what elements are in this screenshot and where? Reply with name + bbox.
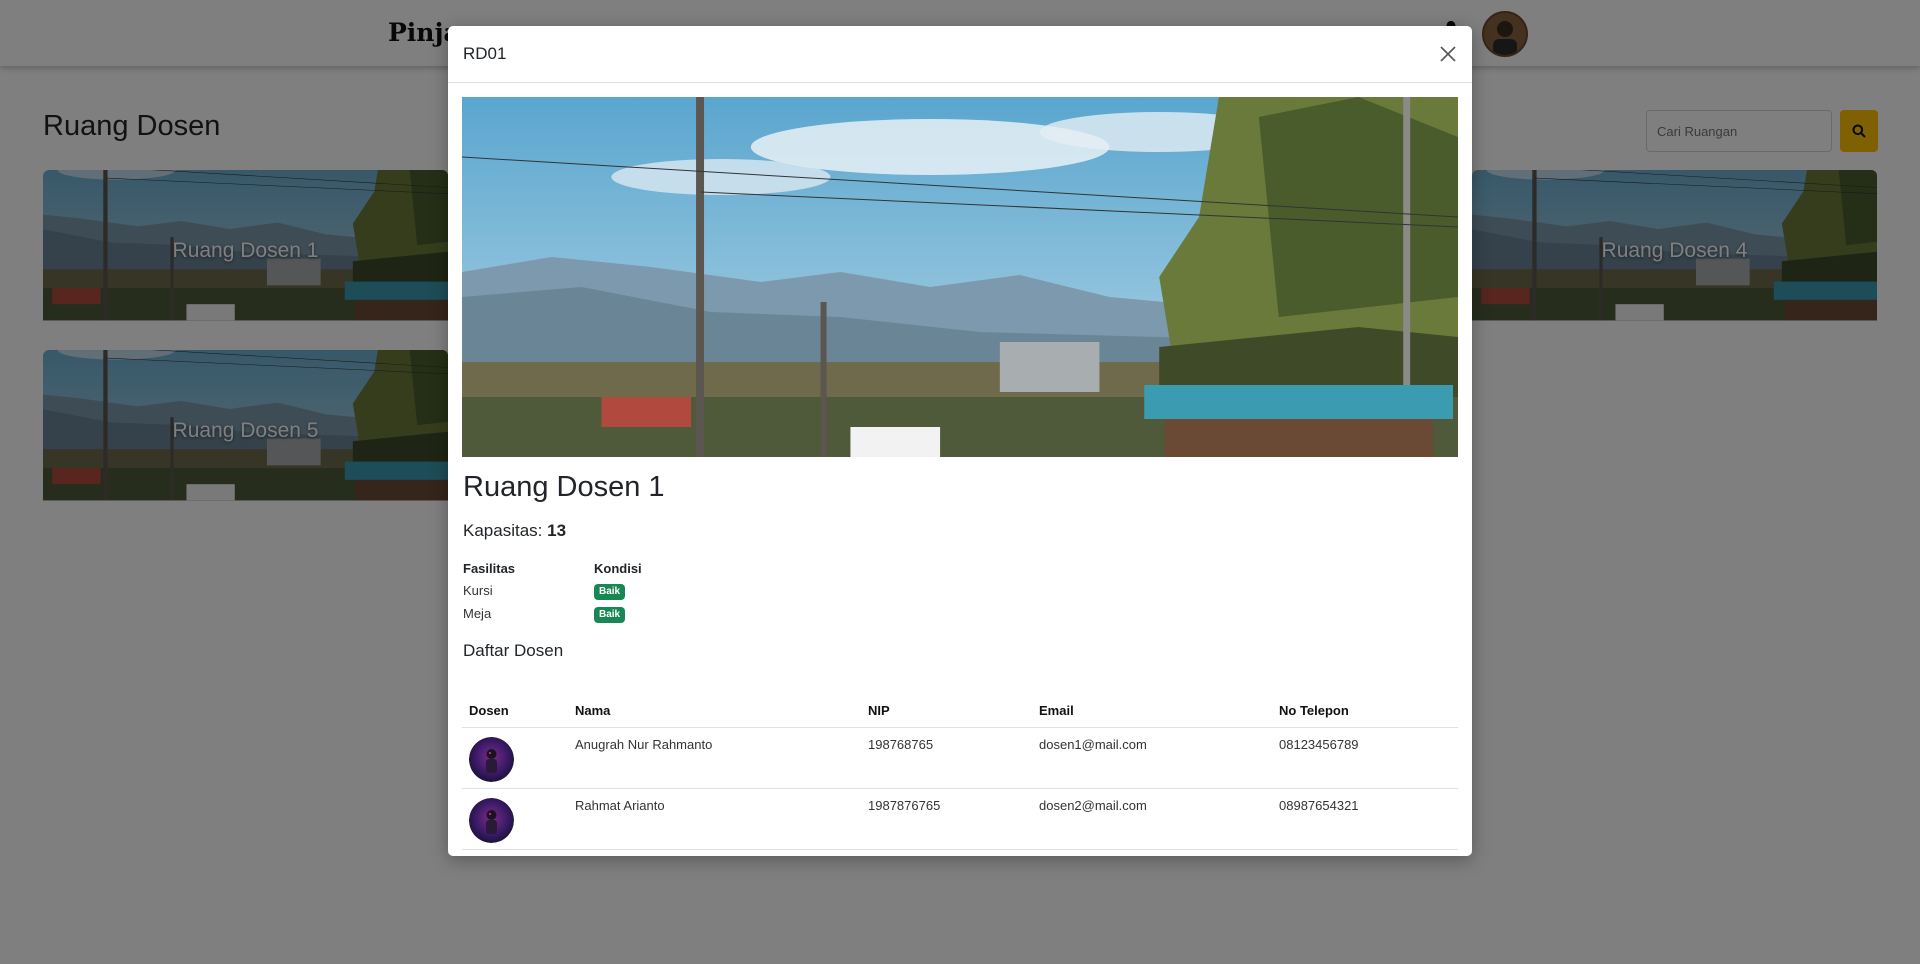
- modal-title: RD01: [463, 44, 507, 63]
- room-name: Ruang Dosen 1: [463, 471, 665, 503]
- facility-row: Meja Baik: [463, 602, 642, 625]
- facility-name: Kursi: [463, 583, 493, 598]
- lecturer-avatar: [469, 798, 514, 843]
- col-header-dosen: Dosen: [462, 693, 568, 728]
- condition-header: Kondisi: [594, 561, 642, 576]
- capacity: Kapasitas: 13: [463, 521, 566, 541]
- capacity-label: Kapasitas:: [463, 521, 543, 540]
- facility-header: Fasilitas: [463, 561, 516, 576]
- close-button[interactable]: [1436, 42, 1460, 66]
- room-detail-modal: RD01 Ruang Dosen 1 Kapasitas: 13 Fasilit…: [448, 26, 1472, 856]
- lecturers-title: Daftar Dosen: [463, 641, 564, 660]
- facility-name: Meja: [463, 606, 492, 621]
- lecturer-nip: 1987876765: [861, 788, 1032, 850]
- room-photo: [462, 97, 1458, 457]
- lecturer-phone: 08987654321: [1272, 788, 1458, 850]
- table-row: Rahmat Arianto 1987876765 dosen2@mail.co…: [462, 788, 1458, 850]
- modal-header: RD01: [448, 26, 1472, 83]
- col-header-phone: No Telepon: [1272, 693, 1458, 728]
- lecturer-name: Rahmat Arianto: [568, 788, 861, 850]
- col-header-nama: Nama: [568, 693, 861, 728]
- col-header-email: Email: [1032, 693, 1272, 728]
- col-header-nip: NIP: [861, 693, 1032, 728]
- lecturer-name: Anugrah Nur Rahmanto: [568, 727, 861, 789]
- condition-badge: Baik: [594, 583, 626, 600]
- condition-badge: Baik: [594, 606, 626, 623]
- facility-row: Kursi Baik: [463, 579, 642, 602]
- lecturer-nip: 198768765: [861, 727, 1032, 789]
- lecturer-email: dosen1@mail.com: [1032, 727, 1272, 789]
- lecturer-email: dosen2@mail.com: [1032, 788, 1272, 850]
- lecturer-table: Dosen Nama NIP Email No Telepon Anugrah …: [462, 693, 1458, 850]
- facility-table: Fasilitas Kondisi Kursi Baik Meja Baik: [463, 559, 642, 625]
- lecturer-phone: 08123456789: [1272, 727, 1458, 789]
- capacity-value: 13: [547, 521, 567, 540]
- table-row: Anugrah Nur Rahmanto 198768765 dosen1@ma…: [462, 727, 1458, 789]
- close-icon: [1440, 46, 1456, 62]
- lecturer-avatar: [469, 737, 514, 782]
